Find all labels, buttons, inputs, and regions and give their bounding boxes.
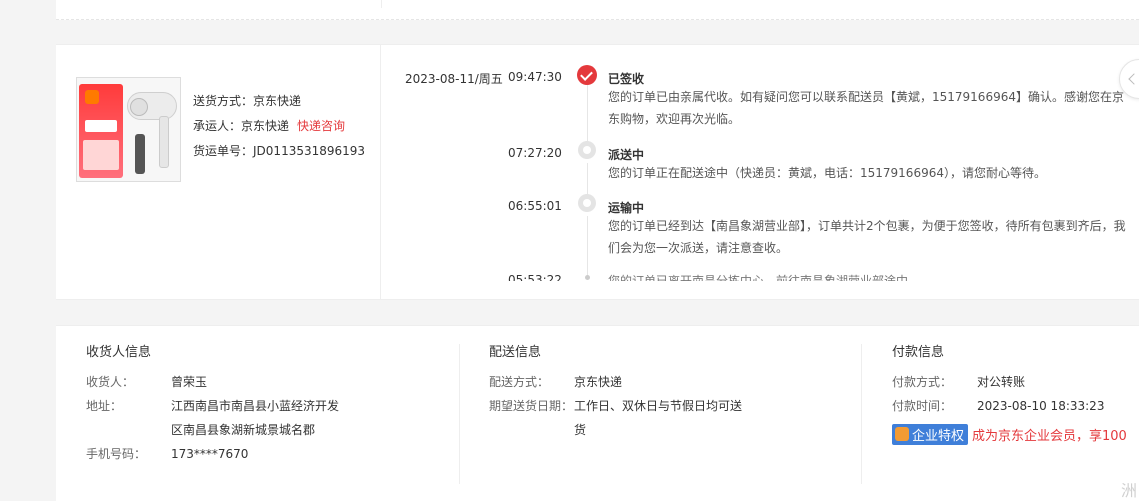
timeline-time: 05:53:22 [508,273,562,281]
enterprise-promo-link[interactable]: 成为京东企业会员，享100 [972,429,1127,444]
receiver-name-label: 收货人： [86,375,135,389]
delivery-method-value: 京东快递 [574,375,623,389]
expected-date-value: 工作日、双休日与节假日均可送货 [574,399,743,437]
timeline-date: 2023-08-11/周五 [405,72,503,86]
carrier-label: 承运人： [193,119,242,133]
payment-time-value: 2023-08-10 18:33:23 [977,399,1105,413]
waybill-label: 货运单号： [193,144,254,158]
timeline-connector [587,216,588,276]
address-label: 地址： [86,399,123,413]
tracking-timeline[interactable]: 2023-08-11/周五 09:47:30 已签收 您的订单已由亲属代收。如有… [382,45,1139,281]
order-info-panel: 收货人信息 收货人： 曾荣玉 地址： 江西南昌市南昌县小蓝经济开发区南昌县象湖新城景… [56,325,1139,501]
previous-panel-edge [56,0,1139,20]
timeline-time: 07:27:20 [508,146,562,160]
delivery-method-row: 送货方式：京东快递 [193,89,365,114]
enterprise-privilege-badge[interactable]: 企业特权 [892,424,969,445]
carrier-row: 承运人：京东快递 快递咨询 [193,114,365,139]
timeline-time: 09:47:30 [508,70,562,84]
delivery-info: 配送信息 配送方式： 京东快递 期望送货日期：工作日、双休日与节假日均可送货 [459,344,861,484]
waybill-number: JD0113531896193 [253,144,366,158]
phone-label: 手机号码： [86,447,147,461]
payment-time-label: 付款时间： [892,399,953,413]
timeline-description: 您的订单已离开南昌分拣中心，前往南昌象湖营业部途中 [608,274,909,281]
receiver-info: 收货人信息 收货人： 曾荣玉 地址： 江西南昌市南昌县小蓝经济开发区南昌县象湖新城景… [86,344,458,484]
payment-info: 付款信息 付款方式： 对公转账 付款时间： 2023-08-10 18:33:23 … [861,344,1139,484]
check-icon [577,65,597,85]
package-summary: 送货方式：京东快递 承运人：京东快递 快递咨询 货运单号：JD0113531896… [56,45,381,299]
payment-method-value: 对公转账 [977,375,1026,389]
timeline-description: 您的订单正在配送途中（快递员：黄斌，电话：15179166964），请您耐心等待… [608,166,1046,180]
timeline-status: 派送中 [608,148,645,162]
timeline-status: 已签收 [608,72,645,86]
divider [381,0,382,8]
receiver-info-title: 收货人信息 [86,345,152,360]
transit-icon [578,194,596,212]
phone-value: 173****7670 [171,447,249,461]
shipment-info: 送货方式：京东快递 承运人：京东快递 快递咨询 货运单号：JD0113531896… [193,89,365,164]
timeline-description: 您的订单已由亲属代收。如有疑问您可以联系配送员【黄斌，15179166964】确… [608,90,1124,126]
receiver-name: 曾荣玉 [171,375,208,389]
timeline-time: 06:55:01 [508,199,562,213]
delivery-method-label: 送货方式： [193,94,254,108]
enterprise-promo[interactable]: 企业特权 成为京东企业会员，享100 [892,424,1139,445]
timeline-status: 运输中 [608,201,645,215]
hair-dryer-image [127,92,177,120]
courier-inquiry-link[interactable]: 快递咨询 [297,119,345,133]
expected-date-label: 期望送货日期： [489,399,574,413]
dashed-divider [56,19,1139,20]
promo-poster-image [79,84,123,178]
delivery-info-title: 配送信息 [489,345,542,360]
corner-watermark: 洲 [1120,481,1137,500]
timeline-connector [587,85,588,147]
delivery-method-value: 京东快递 [253,94,302,108]
payment-method-label: 付款方式： [892,375,953,389]
carrier-value: 京东快递 [241,119,290,133]
product-thumbnail[interactable] [76,77,181,182]
timeline-dot-icon [585,275,590,280]
timeline-description: 您的订单已经到达【南昌象湖营业部】，订单共计2个包裹，为便于您签收，待所有包裹到… [608,219,1126,255]
waybill-row: 货运单号：JD0113531896193 [193,139,365,164]
delivery-method-label: 配送方式： [489,375,550,389]
payment-info-title: 付款信息 [892,345,945,360]
address-value: 江西南昌市南昌县小蓝经济开发区南昌县象湖新城景城名郡 [171,399,340,437]
courier-icon [578,141,596,159]
shipment-panel: 送货方式：京东快递 承运人：京东快递 快递咨询 货运单号：JD0113531896… [56,44,1139,300]
